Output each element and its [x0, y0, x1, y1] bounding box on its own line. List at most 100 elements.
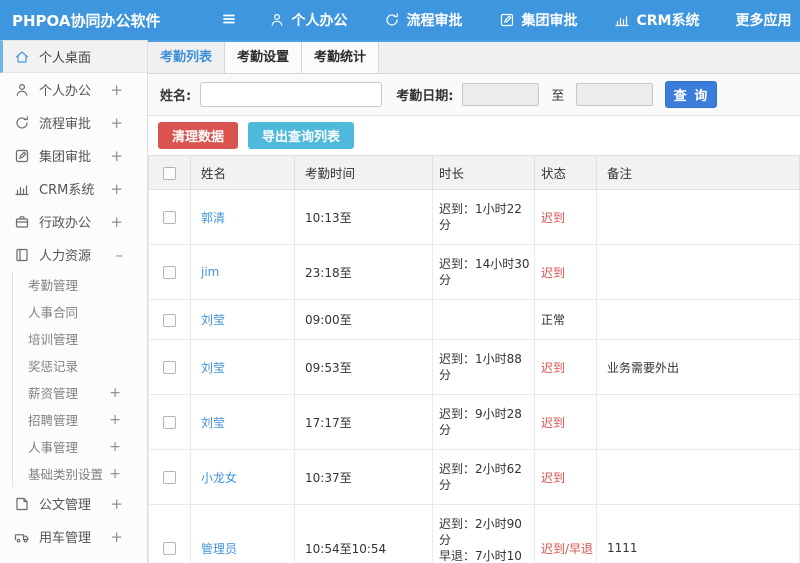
sidebar-item-admin-office[interactable]: 行政办公 +	[0, 205, 147, 238]
sidebar-item-human-resources[interactable]: 人力资源 –	[0, 238, 147, 271]
topnav-workflow-approval[interactable]: 流程审批	[384, 10, 463, 30]
row-checkbox[interactable]	[163, 313, 176, 327]
expand-plus-icon[interactable]: +	[110, 528, 123, 546]
duration-text: 迟到：1小时88分	[439, 352, 522, 382]
sidebar-item-crm-system[interactable]: CRM系统 +	[0, 172, 147, 205]
query-button[interactable]: 查 询	[665, 81, 718, 108]
sidebar-subitem-label: 考勤管理	[28, 278, 79, 293]
employee-name-link[interactable]: 刘莹	[201, 416, 225, 430]
attendance-time: 09:53至	[294, 339, 433, 395]
sidebar-item-label: 行政办公	[39, 216, 92, 231]
row-checkbox[interactable]	[163, 211, 176, 224]
col-header-name: 姓名	[190, 155, 295, 190]
duration-text: 迟到：2小时62分	[439, 462, 522, 492]
topnav-label: 集团审批	[521, 13, 578, 29]
date-to-input[interactable]	[576, 83, 654, 106]
note-text	[596, 299, 800, 340]
expand-plus-icon[interactable]: +	[109, 439, 121, 455]
collapse-minus-icon[interactable]: –	[116, 246, 124, 264]
edit-icon	[15, 149, 29, 162]
hamburger-icon	[222, 14, 235, 24]
row-checkbox[interactable]	[163, 361, 176, 374]
sidebar-subitem-label: 人事合同	[28, 305, 79, 320]
sidebar-item-label: 集团审批	[39, 150, 92, 165]
sidebar-item-group-approval[interactable]: 集团审批 +	[0, 139, 147, 172]
sidebar-item-vehicle-management[interactable]: 用车管理 +	[0, 520, 147, 553]
topnav-crm-system[interactable]: CRM系统	[614, 10, 700, 30]
table-row: 小龙女 10:37至 迟到：2小时62分 迟到	[148, 449, 800, 505]
chart-icon	[614, 16, 629, 27]
sidebar-subitem-training-management[interactable]: 培训管理	[13, 325, 147, 352]
attendance-table: 姓名 考勤时间 时长 状态 备注 郭清 10:13至 迟到：1小时22分 迟到	[148, 155, 800, 563]
person-icon	[16, 83, 28, 96]
topnav-more-apps[interactable]: 更多应用	[736, 10, 800, 30]
expand-plus-icon[interactable]: +	[110, 180, 123, 198]
row-checkbox[interactable]	[163, 416, 176, 429]
briefcase-icon	[15, 215, 29, 228]
attendance-time: 17:17至	[294, 394, 433, 450]
sidebar-subitem-hr-contract[interactable]: 人事合同	[13, 298, 147, 325]
topnav-personal-office[interactable]: 个人办公	[269, 10, 348, 30]
sidebar-subitem-reward-punishment[interactable]: 奖惩记录	[13, 352, 147, 379]
document-icon	[16, 497, 28, 510]
sidebar-subitem-label: 基础类别设置	[28, 467, 104, 482]
export-list-button[interactable]: 导出查询列表	[248, 122, 355, 149]
sidebar-item-label: 流程审批	[39, 117, 92, 132]
sidebar-subitem-label: 奖惩记录	[28, 359, 79, 374]
name-input[interactable]	[200, 82, 383, 107]
expand-plus-icon[interactable]: +	[110, 81, 123, 99]
row-checkbox[interactable]	[163, 266, 176, 279]
expand-plus-icon[interactable]: +	[110, 495, 123, 513]
employee-name-link[interactable]: 刘莹	[201, 313, 225, 327]
menu-toggle-button[interactable]	[221, 11, 239, 29]
topbar: PHPOA协同办公软件 个人办公 流程审批 集团审批 CRM系统 更多应用	[0, 0, 800, 40]
top-navigation: 个人办公 流程审批 集团审批 CRM系统 更多应用	[269, 10, 800, 30]
tab-attendance-settings[interactable]: 考勤设置	[225, 42, 302, 73]
date-from-input[interactable]	[462, 83, 540, 106]
expand-plus-icon[interactable]: +	[110, 114, 123, 132]
sidebar-item-personal-office[interactable]: 个人办公 +	[0, 73, 147, 106]
employee-name-link[interactable]: 小龙女	[201, 471, 237, 485]
expand-plus-icon[interactable]: +	[109, 412, 121, 428]
edit-icon	[500, 13, 513, 27]
attendance-time: 09:00至	[294, 299, 433, 340]
expand-plus-icon[interactable]: +	[109, 466, 121, 482]
col-header-status: 状态	[534, 155, 597, 190]
status-text: 正常	[534, 299, 597, 340]
employee-name-link[interactable]: 管理员	[201, 542, 237, 556]
status-text: 迟到/早退	[534, 504, 597, 563]
app-title: PHPOA协同办公软件	[12, 11, 161, 30]
sidebar-subitem-personnel-management[interactable]: 人事管理 +	[13, 433, 147, 460]
sidebar-item-document-management[interactable]: 公文管理 +	[0, 487, 147, 520]
tab-attendance-list[interactable]: 考勤列表	[148, 42, 225, 73]
employee-name-link[interactable]: 刘莹	[201, 361, 225, 375]
sidebar-subitem-recruitment-management[interactable]: 招聘管理 +	[13, 406, 147, 433]
tab-bar: 考勤列表 考勤设置 考勤统计	[148, 40, 800, 74]
clean-data-button[interactable]: 清理数据	[158, 122, 239, 149]
chart-icon	[15, 184, 29, 195]
select-all-checkbox[interactable]	[163, 167, 176, 180]
duration-text: 迟到：1小时22分	[439, 202, 522, 232]
duration-text: 迟到：9小时28分	[439, 407, 522, 437]
topnav-group-approval[interactable]: 集团审批	[499, 10, 578, 30]
tab-attendance-statistics[interactable]: 考勤统计	[302, 42, 379, 73]
attendance-time: 23:18至	[294, 244, 433, 300]
sidebar-subitem-base-category-settings[interactable]: 基础类别设置 +	[13, 460, 147, 487]
expand-plus-icon[interactable]: +	[110, 213, 123, 231]
row-checkbox[interactable]	[163, 471, 176, 484]
duration-text: 迟到：2小时90分	[439, 517, 522, 547]
row-checkbox[interactable]	[163, 542, 176, 555]
table-row: 刘莹 09:53至 迟到：1小时88分 迟到 业务需要外出	[148, 339, 800, 395]
sidebar-item-personal-desktop[interactable]: 个人桌面	[0, 40, 147, 73]
sidebar-subitem-salary-management[interactable]: 薪资管理 +	[13, 379, 147, 406]
sidebar-item-workflow-approval[interactable]: 流程审批 +	[0, 106, 147, 139]
book-icon	[16, 248, 28, 261]
expand-plus-icon[interactable]: +	[109, 385, 121, 401]
expand-plus-icon[interactable]: +	[110, 147, 123, 165]
employee-name-link[interactable]: 郭清	[201, 211, 225, 225]
employee-name-link[interactable]: jim	[201, 265, 219, 279]
sidebar: 个人桌面 个人办公 + 流程审批 + 集团审批 + CRM系统 + 行政办公 +	[0, 40, 148, 563]
attendance-time: 10:13至	[294, 189, 433, 245]
sidebar-subitem-attendance-management[interactable]: 考勤管理	[13, 271, 147, 298]
sidebar-item-label: 公文管理	[39, 498, 92, 513]
